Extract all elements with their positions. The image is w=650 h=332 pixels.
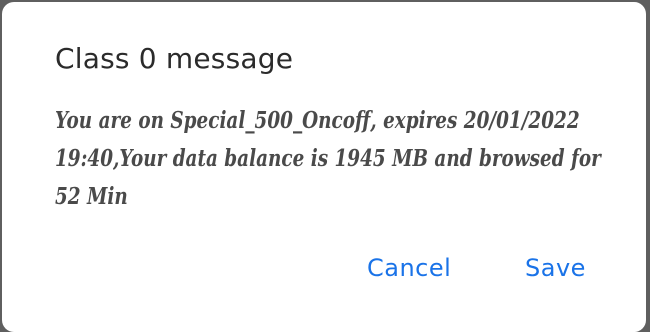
dialog-actions: Cancel Save bbox=[2, 254, 646, 294]
cancel-button[interactable]: Cancel bbox=[367, 254, 451, 282]
save-button[interactable]: Save bbox=[525, 254, 586, 282]
dialog-message: You are on Special_500_Oncoff, expires 2… bbox=[55, 107, 601, 210]
class0-message-dialog: Class 0 message You are on Special_500_O… bbox=[2, 2, 646, 332]
dialog-title: Class 0 message bbox=[55, 42, 294, 75]
